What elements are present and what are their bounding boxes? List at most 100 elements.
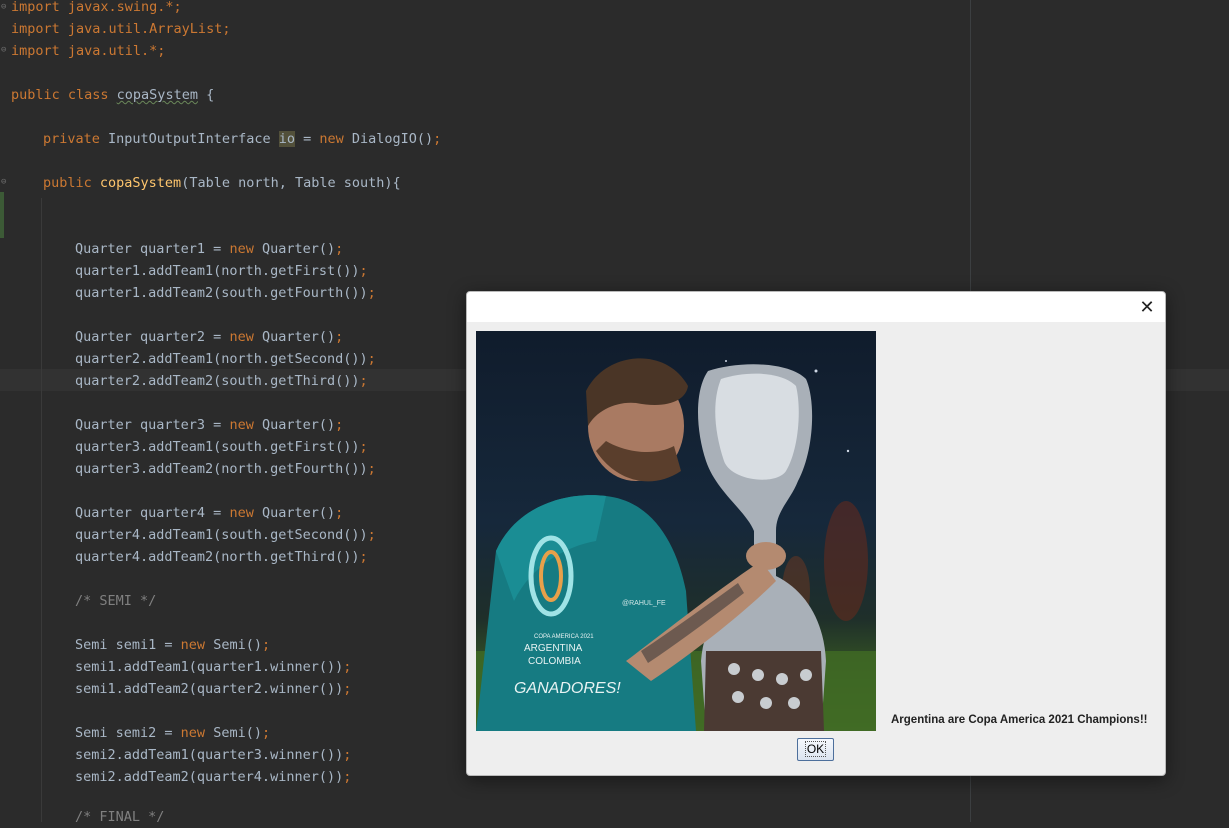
code-text: ; <box>261 637 271 653</box>
code-line[interactable]: import java.util.*; <box>11 40 165 62</box>
code-text: Quarter quarter4 = <box>75 505 230 521</box>
close-icon[interactable]: ✕ <box>1135 296 1159 318</box>
code-text: ; <box>367 351 376 367</box>
code-text: ; <box>343 659 352 675</box>
code-text: Quarter() <box>261 329 336 345</box>
dialog-titlebar[interactable]: ✕ <box>467 292 1165 322</box>
code-text: Quarter() <box>261 505 336 521</box>
code-line[interactable]: quarter4.addTeam2(north.getThird()); <box>75 546 368 568</box>
keyword: new <box>229 505 262 521</box>
code-text: ; <box>367 527 376 543</box>
code-text: Quarter() <box>261 241 336 257</box>
code-text: Semi semi2 = <box>75 725 181 741</box>
code-text: semi2.addTeam1(quarter3.winner()) <box>75 747 344 763</box>
code-text: ; <box>359 373 368 389</box>
code-line[interactable]: import javax.swing.*; <box>11 0 182 18</box>
code-text: ; <box>335 241 344 257</box>
code-text: ; <box>367 461 376 477</box>
fold-icon[interactable]: ⊖ <box>1 3 10 12</box>
code-text: ; <box>335 505 344 521</box>
code-line[interactable]: Quarter quarter3 = new Quarter(); <box>75 414 343 436</box>
vcs-change-marker <box>0 192 4 238</box>
code-line[interactable]: Quarter quarter4 = new Quarter(); <box>75 502 343 524</box>
keyword: public <box>43 175 100 191</box>
code-text: ; <box>343 747 352 763</box>
code-text: ; <box>343 769 352 785</box>
code-line[interactable]: /* SEMI */ <box>75 590 156 612</box>
code-text: Quarter quarter1 = <box>75 241 230 257</box>
code-text: InputOutputInterface <box>108 131 279 147</box>
code-line[interactable]: private InputOutputInterface io = new Di… <box>43 128 441 150</box>
code-text: quarter1.addTeam1(north.getFirst()) <box>75 263 360 279</box>
code-text: ; <box>433 131 442 147</box>
keyword: private <box>43 131 109 147</box>
code-line[interactable]: quarter3.addTeam2(north.getFourth()); <box>75 458 376 480</box>
code-text: = <box>294 131 320 147</box>
code-text: quarter3.addTeam2(north.getFourth()) <box>75 461 368 477</box>
fold-icon[interactable]: ⊖ <box>1 46 10 55</box>
code-comment: /* FINAL */ <box>75 809 165 825</box>
code-line[interactable]: public class copaSystem { <box>11 84 214 106</box>
keyword: new <box>180 725 214 741</box>
shirt-caption: COLOMBIA <box>528 656 581 667</box>
keyword: new <box>229 329 262 345</box>
keyword: new <box>229 417 262 433</box>
code-line[interactable]: quarter2.addTeam1(north.getSecond()); <box>75 348 376 370</box>
code-text: ; <box>343 681 352 697</box>
code-line[interactable]: /* FINAL */ <box>75 806 164 828</box>
code-line[interactable]: semi1.addTeam1(quarter1.winner()); <box>75 656 351 678</box>
code-text: ; <box>335 329 344 345</box>
indent-guide <box>41 198 42 822</box>
code-text: ; <box>367 285 376 301</box>
code-line[interactable]: quarter4.addTeam1(south.getSecond()); <box>75 524 376 546</box>
code-text: Quarter quarter3 = <box>75 417 230 433</box>
code-line[interactable]: semi2.addTeam2(quarter4.winner()); <box>75 766 351 788</box>
code-comment: /* SEMI */ <box>75 593 157 609</box>
keyword: new <box>180 637 214 653</box>
code-text: import java.util.ArrayList; <box>11 21 231 37</box>
code-text: { <box>197 87 215 103</box>
photo-illustration: COPA AMERICA 2021 ARGENTINA COLOMBIA GAN… <box>476 358 876 731</box>
code-text: quarter3.addTeam1(south.getFirst()) <box>75 439 360 455</box>
keyword: new <box>229 241 262 257</box>
code-line[interactable]: quarter1.addTeam2(south.getFourth()); <box>75 282 376 304</box>
code-text: semi1.addTeam2(quarter2.winner()) <box>75 681 344 697</box>
code-line[interactable]: semi2.addTeam1(quarter3.winner()); <box>75 744 351 766</box>
code-line[interactable]: semi1.addTeam2(quarter2.winner()); <box>75 678 351 700</box>
code-line[interactable]: quarter2.addTeam2(south.getThird()); <box>75 370 368 392</box>
shirt-caption: COPA AMERICA 2021 <box>534 634 594 640</box>
code-text: quarter2.addTeam1(north.getSecond()) <box>75 351 368 367</box>
code-text: ; <box>359 549 368 565</box>
ok-button-label: OK <box>804 741 827 757</box>
code-text: Semi semi1 = <box>75 637 181 653</box>
code-line[interactable]: quarter3.addTeam1(south.getFirst()); <box>75 436 368 458</box>
code-text: semi1.addTeam1(quarter1.winner()) <box>75 659 344 675</box>
code-line[interactable]: public copaSystem(Table north, Table sou… <box>43 172 401 194</box>
photo-credit: @RAHUL_FE <box>622 600 666 607</box>
keyword: public class <box>11 87 117 103</box>
message-dialog: ✕ COPA AMERICA 2021 ARGENTINA COLOMBIA G… <box>466 291 1166 776</box>
code-line[interactable]: Quarter quarter2 = new Quarter(); <box>75 326 343 348</box>
ok-button[interactable]: OK <box>797 738 834 761</box>
champion-photo: COPA AMERICA 2021 ARGENTINA COLOMBIA GAN… <box>476 331 876 731</box>
class-name: copaSystem <box>116 87 198 103</box>
code-line[interactable]: import java.util.ArrayList; <box>11 18 230 40</box>
code-text: import java.util.*; <box>11 43 166 59</box>
code-text: quarter4.addTeam1(south.getSecond()) <box>75 527 368 543</box>
code-text: Semi() <box>213 637 262 653</box>
code-text: ; <box>359 439 368 455</box>
code-text: quarter4.addTeam2(north.getThird()) <box>75 549 360 565</box>
code-line[interactable]: quarter1.addTeam1(north.getFirst()); <box>75 260 368 282</box>
code-line[interactable]: Semi semi2 = new Semi(); <box>75 722 270 744</box>
code-text: quarter2.addTeam2(south.getThird()) <box>75 373 360 389</box>
highlighted-identifier: io <box>278 131 295 147</box>
code-text: Quarter() <box>261 417 336 433</box>
code-line[interactable]: Semi semi1 = new Semi(); <box>75 634 270 656</box>
code-text: ; <box>261 725 271 741</box>
code-text: ; <box>359 263 368 279</box>
fold-icon[interactable]: ⊖ <box>1 178 10 187</box>
code-text: Semi() <box>213 725 262 741</box>
code-text: ; <box>335 417 344 433</box>
code-text: quarter1.addTeam2(south.getFourth()) <box>75 285 368 301</box>
code-line[interactable]: Quarter quarter1 = new Quarter(); <box>75 238 343 260</box>
